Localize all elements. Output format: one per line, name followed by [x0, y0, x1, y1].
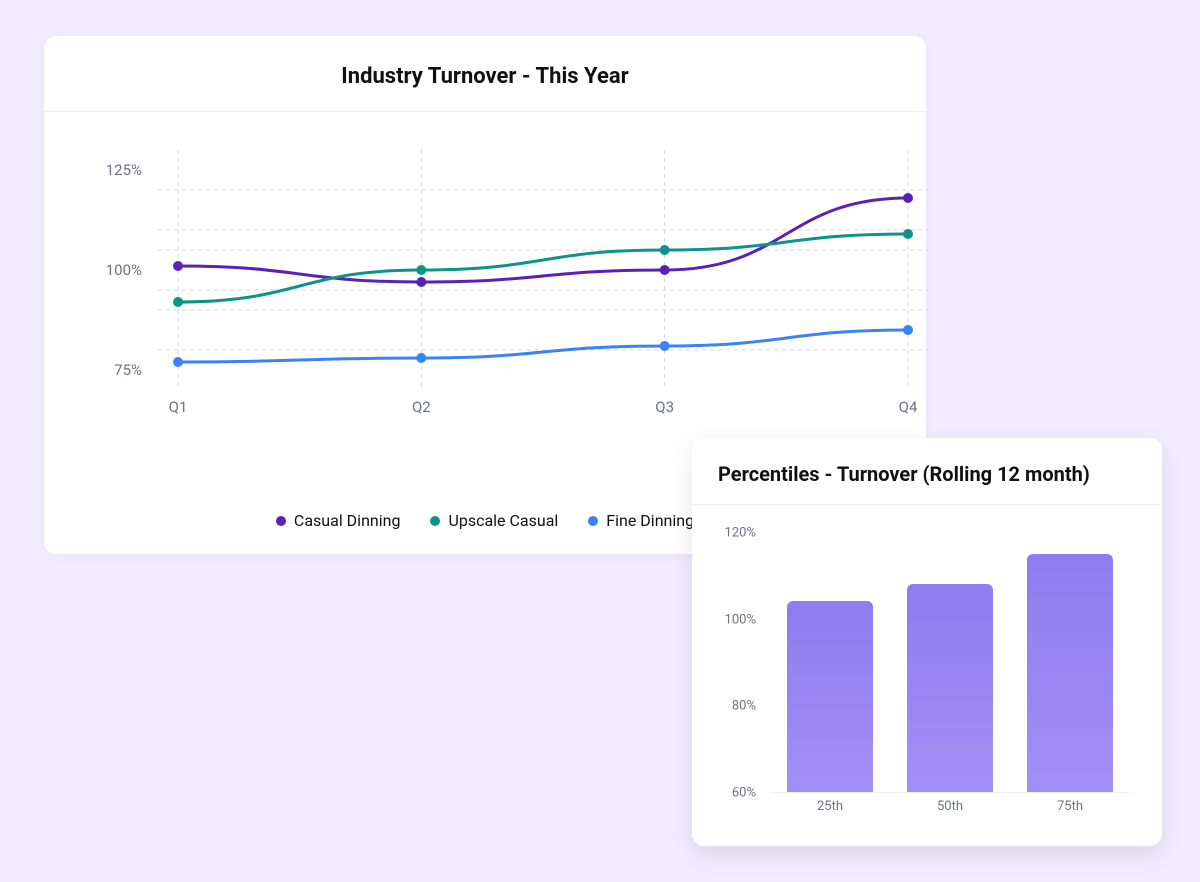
bar-x-axis: 25th 50th 75th [770, 799, 1130, 814]
legend-label: Fine Dinning [606, 511, 694, 530]
legend-label: Casual Dinning [294, 511, 401, 530]
bar-chart-plot: 60%80%100%120% 25th50th75th [710, 533, 1144, 833]
legend-item: Fine Dinning [588, 511, 694, 530]
legend-dot-icon [276, 516, 286, 526]
bar-rect [907, 584, 993, 792]
bar-y-axis: 60%80%100%120% [710, 533, 764, 793]
legend-dot-icon [430, 516, 440, 526]
y-tick-label: 120% [725, 526, 756, 541]
y-tick-label: 75% [114, 361, 142, 379]
x-tick-label: Q2 [412, 398, 431, 416]
bar-chart-title: Percentiles - Turnover (Rolling 12 month… [692, 438, 1162, 504]
line-chart-plot: 75% 100% 125% Q1 Q2 Q3 Q4 [88, 150, 926, 430]
bar-chart-bars [770, 533, 1130, 793]
x-tick-label: 25th [817, 799, 843, 814]
y-tick-label: 80% [732, 699, 756, 714]
y-tick-label: 125% [106, 161, 142, 179]
bar [787, 601, 873, 792]
bar-chart-card: Percentiles - Turnover (Rolling 12 month… [692, 438, 1162, 846]
line-chart-title: Industry Turnover - This Year [44, 36, 926, 111]
bar-rect [1027, 554, 1113, 792]
x-tick-label: Q3 [655, 398, 674, 416]
line-x-axis: Q1 Q2 Q3 Q4 [158, 398, 928, 422]
line-y-axis: 75% 100% 125% [88, 150, 152, 430]
x-tick-label: Q1 [169, 398, 188, 416]
y-tick-label: 100% [725, 612, 756, 627]
y-tick-label: 60% [732, 786, 756, 801]
divider [44, 111, 926, 112]
legend-item: Casual Dinning [276, 511, 401, 530]
x-tick-label: Q4 [899, 398, 918, 416]
legend-label: Upscale Casual [448, 511, 558, 530]
line-chart-svg [158, 150, 928, 390]
legend-dot-icon [588, 516, 598, 526]
x-tick-label: 75th [1057, 799, 1083, 814]
divider [692, 504, 1162, 505]
bar [1027, 554, 1113, 792]
bar-rect [787, 601, 873, 792]
y-tick-label: 100% [106, 261, 142, 279]
x-tick-label: 50th [937, 799, 963, 814]
bar [907, 584, 993, 792]
legend-item: Upscale Casual [430, 511, 558, 530]
